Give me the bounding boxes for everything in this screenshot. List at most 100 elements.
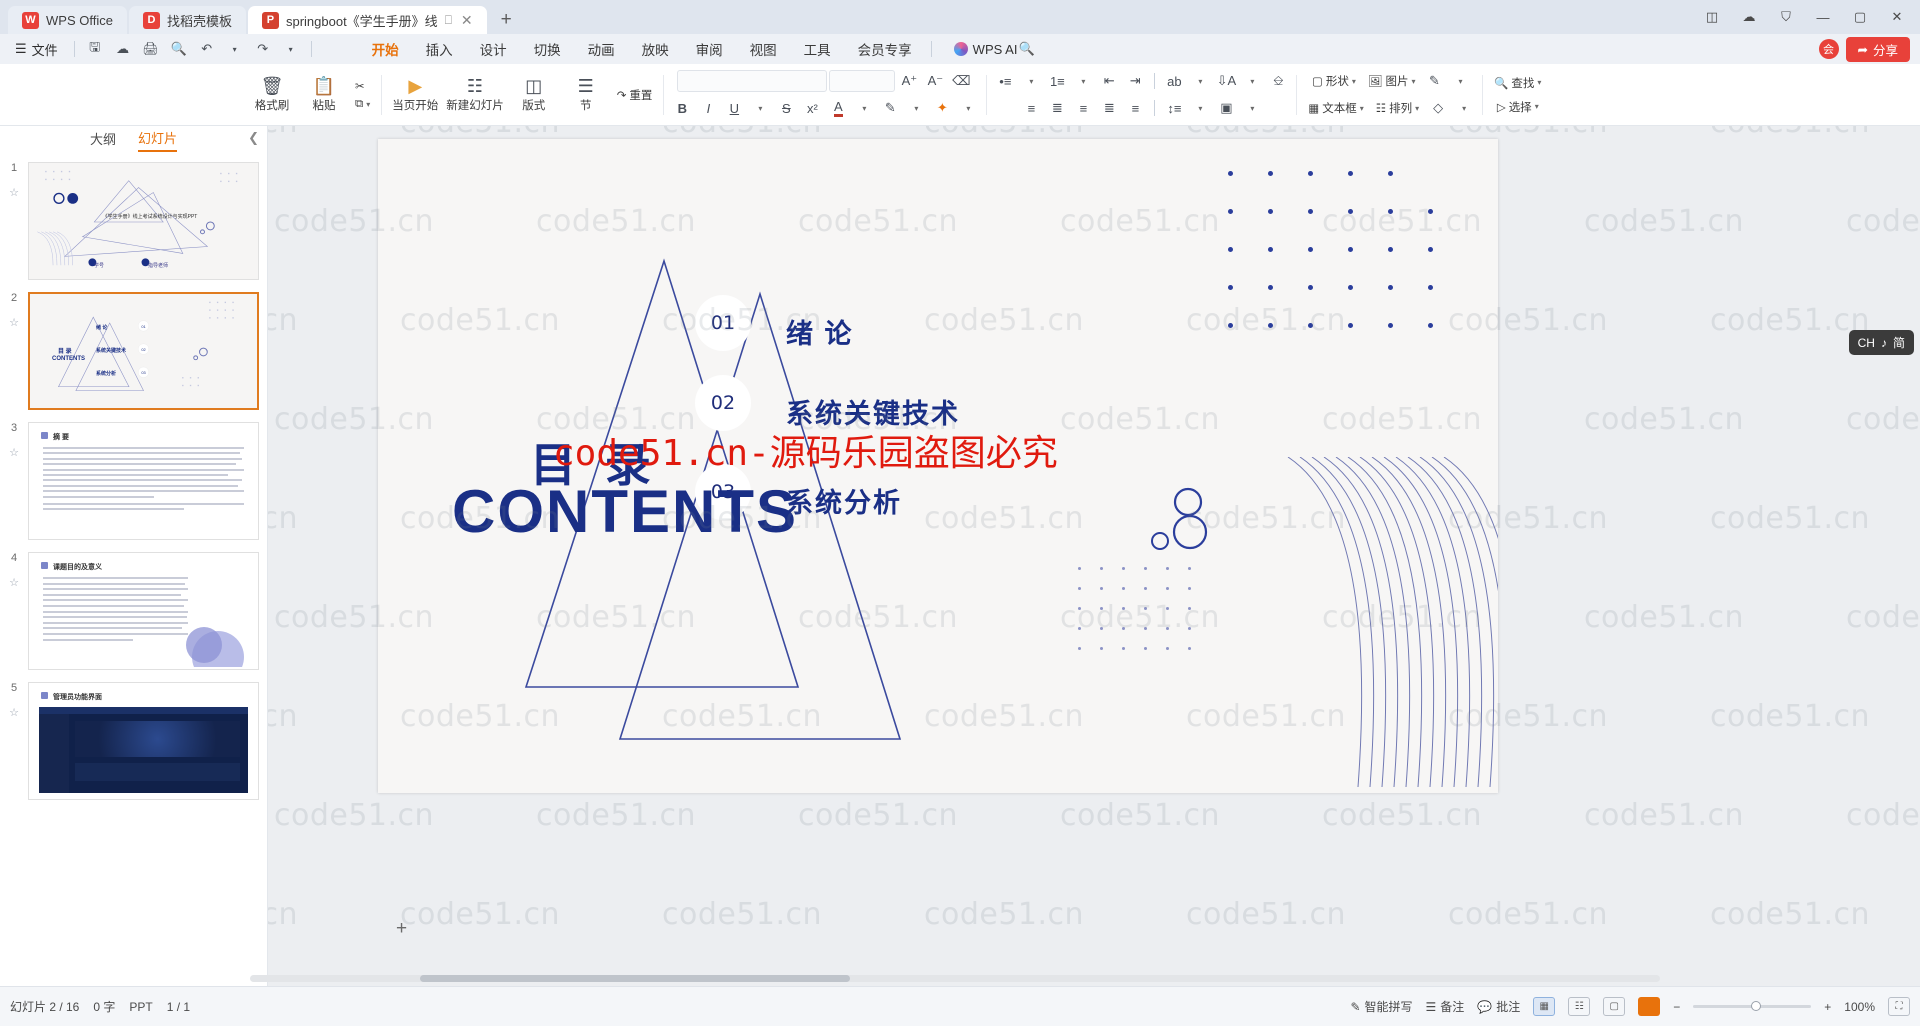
sorter-view-icon[interactable]: ☷	[1568, 997, 1591, 1016]
list-item[interactable]: 5 ☆ 管理员功能界面	[0, 676, 267, 806]
sidebar-toggle-icon[interactable]: ◫	[1695, 4, 1729, 30]
bullets-icon[interactable]: •≡	[993, 70, 1017, 93]
star-icon[interactable]: ☆	[4, 316, 24, 329]
ribbon-tab-tools[interactable]: 工具	[791, 36, 844, 62]
comment-button[interactable]: 💬 批注	[1477, 998, 1520, 1015]
reading-view-icon[interactable]: ▢	[1603, 997, 1626, 1016]
align-right-icon[interactable]: ≡	[1071, 97, 1095, 120]
paragraph-settings-icon[interactable]: ▣	[1214, 97, 1238, 120]
arrange-button[interactable]: ☷ 排列 ▾	[1371, 98, 1424, 118]
ribbon-tab-review[interactable]: 审阅	[683, 36, 736, 62]
minimize-button[interactable]: —	[1806, 4, 1840, 30]
cloud-icon[interactable]: ☁	[1732, 4, 1766, 30]
reset-button[interactable]: ↷ 重置	[612, 85, 658, 105]
copy-button[interactable]: ⧉ ▾	[350, 96, 375, 113]
tab-springboot-ppt[interactable]: P springboot《学生手册》线 ⎕ ✕	[247, 6, 487, 34]
fill-dropdown-icon[interactable]: ▾	[1448, 70, 1472, 93]
new-slide-button[interactable]: ☷ 新建幻灯片	[442, 68, 508, 122]
tab-slides[interactable]: 幻灯片	[138, 128, 178, 152]
columns-dropdown-icon[interactable]: ▾	[1240, 70, 1264, 93]
undo-dropdown-icon[interactable]: ▾	[222, 37, 248, 61]
new-tab-button[interactable]: +	[489, 6, 524, 34]
slide-thumbnail-4[interactable]: 课题目的及意义	[28, 552, 259, 670]
font-size-select[interactable]	[829, 70, 896, 92]
spellcheck-button[interactable]: ✎ 智能拼写	[1350, 998, 1412, 1015]
quick-access-more-icon[interactable]: ▾	[278, 37, 304, 61]
memo-button[interactable]: ☰ 备注	[1426, 998, 1465, 1015]
ribbon-tab-membership[interactable]: 会员专享	[845, 36, 925, 62]
ime-indicator[interactable]: CH ♪ 简	[1848, 330, 1914, 355]
add-slide-button[interactable]: +	[396, 918, 407, 940]
current-slide[interactable]: 01 绪 论 02 系统关键技术 03 系统分析 目 录 CONTENTS co…	[378, 139, 1498, 793]
style-dropdown-icon[interactable]: ▾	[1452, 97, 1476, 120]
close-icon[interactable]: ✕	[461, 12, 473, 29]
text-effect-icon[interactable]: ✦	[930, 97, 954, 120]
tab-wps-office[interactable]: W WPS Office	[8, 6, 127, 34]
ribbon-tab-animation[interactable]: 动画	[575, 36, 628, 62]
shield-icon[interactable]: ⛉	[1769, 4, 1803, 30]
decrease-indent-icon[interactable]: ⇤	[1097, 70, 1121, 93]
search-icon[interactable]: 🔍	[1018, 41, 1034, 57]
slide-canvas-area[interactable]: 01 绪 论 02 系统关键技术 03 系统分析 目 录 CONTENTS co…	[268, 126, 1920, 986]
tab-outline[interactable]: 大纲	[90, 129, 116, 151]
horizontal-scrollbar[interactable]	[250, 975, 1660, 982]
print-icon[interactable]: 🖨	[138, 37, 164, 61]
text-direction-icon[interactable]: ab	[1162, 70, 1186, 93]
ribbon-tab-insert[interactable]: 插入	[413, 36, 466, 62]
zoom-slider[interactable]	[1693, 1001, 1812, 1011]
ribbon-tab-view[interactable]: 视图	[737, 36, 790, 62]
zoom-out-button[interactable]: −	[1673, 1000, 1680, 1014]
print-preview-icon[interactable]: 🔍	[166, 37, 192, 61]
paste-button[interactable]: 📋 粘贴	[298, 68, 350, 122]
undo-icon[interactable]: ↶	[194, 37, 220, 61]
section-item-2[interactable]: 02	[695, 375, 751, 431]
align-center-icon[interactable]: ≣	[1045, 97, 1069, 120]
avatar[interactable]: 会	[1818, 39, 1839, 59]
redo-icon[interactable]: ↷	[250, 37, 276, 61]
ribbon-tab-start[interactable]: 开始	[359, 36, 412, 62]
font-color-dropdown-icon[interactable]: ▾	[852, 97, 876, 120]
wps-ai-button[interactable]: WPS AI	[953, 42, 1017, 57]
save-icon[interactable]: 🖫	[82, 37, 108, 61]
numbering-icon[interactable]: 1≡	[1045, 70, 1069, 93]
tab-docer-template[interactable]: D 找稻壳模板	[128, 6, 246, 34]
font-color-button[interactable]: A	[826, 97, 850, 120]
shape-button[interactable]: ▢ 形状 ▾	[1307, 71, 1361, 91]
shrink-font-button[interactable]: A⁻	[923, 70, 947, 93]
text-effect-dropdown-icon[interactable]: ▾	[956, 97, 980, 120]
paragraph-settings-dropdown-icon[interactable]: ▾	[1240, 97, 1264, 120]
start-from-current-button[interactable]: ▶ 当页开始	[388, 68, 442, 122]
smartart-icon[interactable]: ⎒	[1266, 70, 1290, 93]
star-icon[interactable]: ☆	[4, 186, 24, 199]
highlight-icon[interactable]: ✎	[878, 97, 902, 120]
text-direction-dropdown-icon[interactable]: ▾	[1188, 70, 1212, 93]
style-icon[interactable]: ◇	[1426, 97, 1450, 120]
fit-slide-icon[interactable]: ⛶	[1888, 997, 1910, 1016]
font-family-select[interactable]	[677, 70, 828, 92]
picture-button[interactable]: 🖼 图片 ▾	[1363, 71, 1421, 91]
slide-thumbnail-5[interactable]: 管理员功能界面	[28, 682, 259, 800]
distribute-icon[interactable]: ≡	[1123, 97, 1147, 120]
star-icon[interactable]: ☆	[4, 576, 24, 589]
zoom-in-button[interactable]: +	[1824, 1000, 1831, 1014]
file-menu-button[interactable]: ☰ 文件	[6, 37, 67, 61]
bold-button[interactable]: B	[670, 97, 694, 120]
justify-icon[interactable]: ≣	[1097, 97, 1121, 120]
window-close-button[interactable]: ✕	[1880, 4, 1914, 30]
underline-dropdown-icon[interactable]: ▾	[748, 97, 772, 120]
zoom-level[interactable]: 100%	[1844, 1000, 1875, 1014]
cut-button[interactable]: ✂	[350, 77, 375, 95]
increase-indent-icon[interactable]: ⇥	[1123, 70, 1147, 93]
slideshow-icon[interactable]	[1638, 997, 1661, 1016]
line-spacing-icon[interactable]: ↕≡	[1162, 97, 1186, 120]
list-item[interactable]: 4 ☆ 课题目的及意义	[0, 546, 267, 676]
italic-button[interactable]: I	[696, 97, 720, 120]
zoom-slider-handle[interactable]	[1751, 1001, 1762, 1011]
superscript-button[interactable]: x²	[800, 97, 824, 120]
highlight-dropdown-icon[interactable]: ▾	[904, 97, 928, 120]
ribbon-tab-slideshow[interactable]: 放映	[629, 36, 682, 62]
star-icon[interactable]: ☆	[4, 706, 24, 719]
underline-button[interactable]: U	[722, 97, 746, 120]
normal-view-icon[interactable]: ▦	[1533, 997, 1556, 1016]
section-item-1[interactable]: 01	[695, 295, 751, 351]
